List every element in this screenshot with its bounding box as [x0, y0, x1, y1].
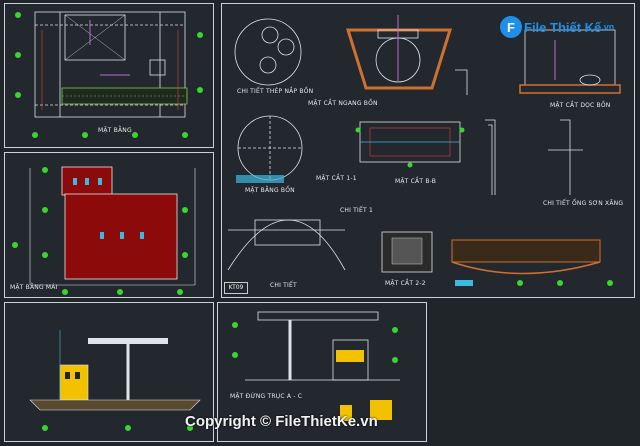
title-pipe-detail: CHI TIẾT ỐNG SƠN XĂNG	[543, 200, 624, 207]
brand-domain: .vn	[601, 22, 615, 32]
copyright-text: Copyright © FileThietKe.vn	[185, 413, 378, 430]
title-floor-plan: MẶT BẰNG	[98, 127, 132, 134]
drawing-layer	[12, 11, 621, 431]
title-detail-2: CHI TIẾT	[270, 282, 297, 289]
title-tank-longitudinal: MẶT CẮT DỌC BỒN	[550, 102, 611, 109]
brand-icon: F	[500, 16, 522, 38]
brand-name: File Thiết Kế	[524, 19, 602, 35]
title-tank-lid: CHI TIẾT THÉP NẮP BỒN	[237, 88, 314, 95]
watermark-logo: F File Thiết Kế .vn	[500, 12, 614, 42]
title-section-2: MẶT CẮT 2-2	[385, 280, 426, 287]
title-elevation-axis: MẶT ĐỨNG TRỤC A - C	[230, 393, 303, 400]
cad-canvas[interactable]: MẶT BẰNG MẶT BẰNG MÁI CHI TIẾT THÉP NẮP …	[0, 0, 640, 446]
sheet-number: KT09	[224, 282, 248, 294]
title-section-b: MẶT CẮT B-B	[395, 178, 437, 185]
title-roof-plan: MẶT BẰNG MÁI	[10, 284, 58, 291]
title-tank-plan: MẶT BẰNG BỒN	[245, 187, 295, 194]
title-detail-1: CHI TIẾT 1	[340, 207, 373, 214]
title-section-1: MẶT CẮT 1-1	[316, 175, 357, 182]
title-tank-cross-section: MẶT CẮT NGANG BỒN	[308, 100, 378, 107]
